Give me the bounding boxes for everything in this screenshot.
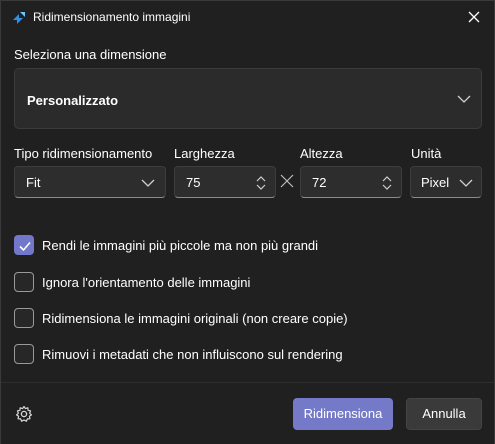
checkmark-icon — [19, 241, 31, 252]
dialog-footer: Ridimensiona Annulla — [1, 382, 494, 444]
option-label: Ridimensiona le immagini originali (non … — [42, 311, 348, 326]
chevron-down-icon — [141, 179, 155, 187]
checkbox-unchecked[interactable] — [14, 272, 34, 292]
unit-dropdown[interactable]: Pixel — [410, 166, 482, 198]
height-input[interactable]: 72 — [300, 166, 402, 198]
close-icon[interactable] — [466, 9, 482, 25]
spinner-icon[interactable] — [382, 175, 392, 191]
width-value: 75 — [186, 175, 201, 190]
width-input[interactable]: 75 — [174, 166, 276, 198]
checkbox-unchecked[interactable] — [14, 344, 34, 364]
dimension-label: Seleziona una dimensione — [14, 47, 167, 62]
width-label: Larghezza — [174, 146, 235, 161]
option-label: Rimuovi i metadati che non influiscono s… — [42, 347, 343, 362]
checkbox-checked[interactable] — [14, 235, 34, 255]
option-label: Rendi le immagini più piccole ma non più… — [42, 238, 319, 253]
option-label: Ignora l'orientamento delle immagini — [42, 275, 251, 290]
spinner-icon[interactable] — [256, 175, 266, 191]
window-title: Ridimensionamento immagini — [33, 10, 191, 24]
image-resize-icon — [13, 12, 25, 24]
multiply-icon — [280, 174, 294, 188]
height-value: 72 — [312, 175, 327, 190]
height-label: Altezza — [300, 146, 343, 161]
resize-button[interactable]: Ridimensiona — [293, 398, 393, 430]
dimension-selected-value: Personalizzato — [27, 93, 119, 108]
unit-value: Pixel — [421, 175, 450, 190]
dimension-dropdown[interactable]: Personalizzato — [14, 68, 482, 129]
checkbox-unchecked[interactable] — [14, 308, 34, 328]
resize-type-dropdown[interactable]: Fit — [14, 166, 166, 198]
resize-type-value: Fit — [26, 175, 41, 190]
resize-dialog: Ridimensionamento immagini Seleziona una… — [0, 0, 495, 444]
resize-type-label: Tipo ridimensionamento — [14, 146, 153, 161]
title-bar: Ridimensionamento immagini — [1, 1, 494, 35]
chevron-down-icon — [459, 179, 473, 187]
gear-icon[interactable] — [15, 405, 33, 423]
cancel-button[interactable]: Annulla — [406, 398, 482, 430]
chevron-down-icon — [457, 95, 471, 103]
unit-label: Unità — [411, 146, 442, 161]
